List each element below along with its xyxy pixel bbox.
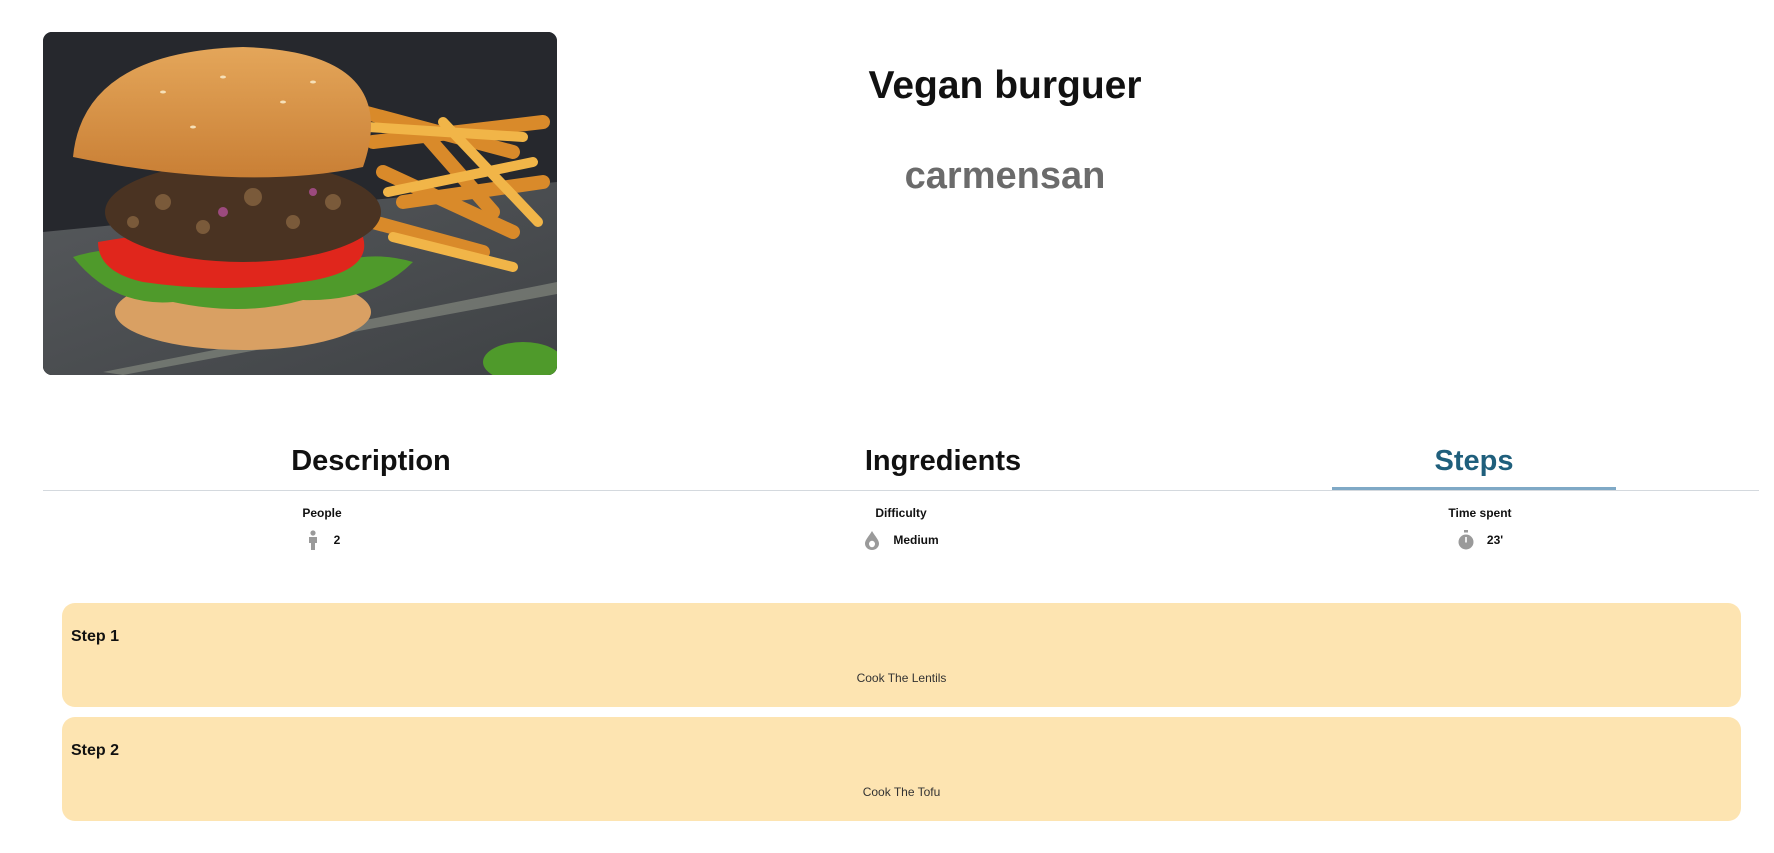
step-card: Step 1 Cook The Lentils — [62, 603, 1741, 707]
step-card: Step 2 Cook The Tofu — [62, 717, 1741, 821]
recipe-tabs: Description Ingredients Steps — [43, 438, 1759, 491]
stat-difficulty-label: Difficulty — [875, 506, 927, 520]
stat-people-value: 2 — [333, 533, 341, 547]
step-text: Cook The Lentils — [856, 671, 947, 685]
stat-time: Time spent 23' — [1370, 505, 1590, 551]
stat-time-value: 23' — [1486, 533, 1504, 547]
stat-people: People 2 — [212, 505, 432, 551]
stopwatch-icon — [1457, 530, 1475, 550]
recipe-title: Vegan burguer — [868, 64, 1142, 107]
steps-list: Step 1 Cook The Lentils Step 2 Cook The … — [62, 603, 1741, 831]
tab-steps[interactable]: Steps — [1332, 438, 1616, 490]
person-icon — [304, 530, 322, 550]
recipe-author: carmensan — [904, 155, 1106, 197]
burger-illustration — [43, 32, 557, 375]
tab-ingredients[interactable]: Ingredients — [801, 438, 1085, 490]
recipe-page: Vegan burguer carmensan Description Ingr… — [0, 0, 1774, 853]
stat-people-label: People — [302, 506, 342, 520]
stat-difficulty: Difficulty Medium — [791, 505, 1011, 551]
step-title: Step 1 — [71, 628, 120, 645]
stat-time-label: Time spent — [1448, 506, 1512, 520]
step-title: Step 2 — [71, 742, 120, 759]
tab-description[interactable]: Description — [229, 438, 513, 490]
step-text: Cook The Tofu — [862, 785, 941, 799]
recipe-image — [43, 32, 557, 375]
stat-difficulty-value: Medium — [893, 533, 939, 547]
drop-icon — [863, 530, 881, 550]
